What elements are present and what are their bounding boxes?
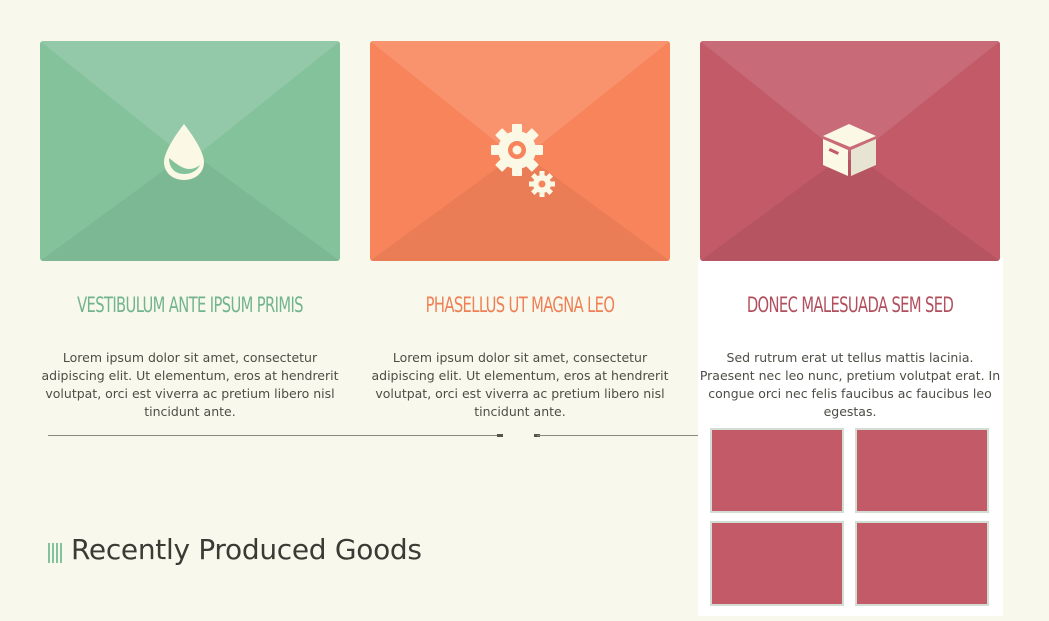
section-divider-right [537, 435, 698, 436]
gallery-thumbnail[interactable] [855, 428, 989, 513]
gears-icon [491, 124, 555, 197]
feature-title-2: Phasellus ut magna leo [425, 293, 615, 317]
gallery-thumbnail[interactable] [710, 521, 844, 606]
gallery-thumbnail[interactable] [710, 428, 844, 513]
water-drop-icon [164, 124, 204, 180]
section-divider-left [48, 435, 498, 436]
bars-icon [48, 543, 62, 563]
feature-text-1: Lorem ipsum dolor sit amet, consectetur … [41, 350, 339, 419]
feature-card-banner-3[interactable] [700, 41, 1000, 261]
feature-title-1: Vestibulum ante ipsum primis [77, 293, 303, 317]
feature-title-3: Donec malesuada sem sed [746, 293, 954, 317]
gallery-thumbnail[interactable] [855, 521, 989, 606]
feature-text-3: Sed rutrum erat ut tellus mattis lacinia… [699, 350, 1001, 419]
feature-text-2: Lorem ipsum dolor sit amet, consectetur … [371, 350, 669, 419]
box-icon [823, 124, 876, 176]
feature-card-banner-1[interactable] [40, 41, 340, 261]
section-title: Recently Produced Goods [71, 533, 422, 566]
feature-card-banner-2[interactable] [370, 41, 670, 261]
divider-dash [497, 434, 503, 437]
